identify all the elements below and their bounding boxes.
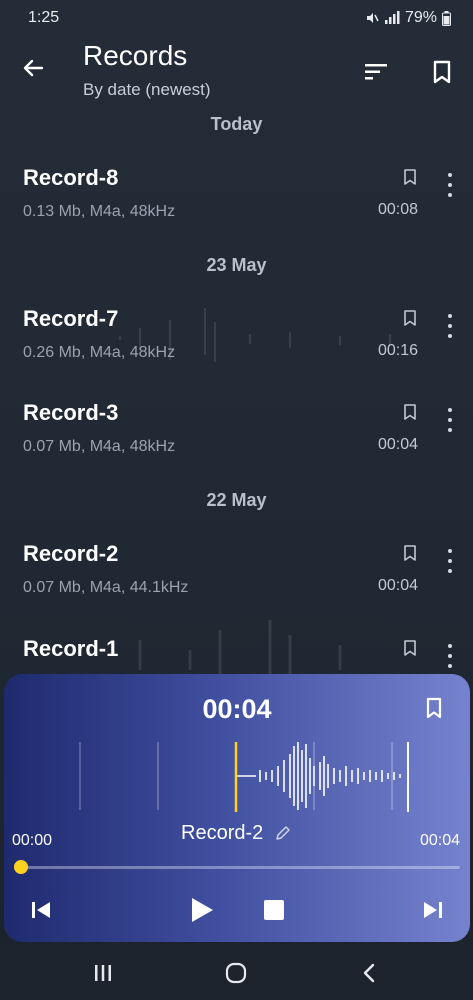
play-icon: [192, 898, 213, 922]
record-name: Record-7: [23, 306, 119, 331]
record-duration: 00:08: [377, 201, 418, 218]
stop-button[interactable]: [259, 895, 289, 925]
record-duration: 00:04: [377, 577, 418, 594]
stop-icon: [264, 900, 284, 920]
nav-recents-button[interactable]: [88, 958, 118, 988]
skip-previous-button[interactable]: [26, 895, 56, 925]
nav-back-icon: [363, 963, 375, 983]
system-nav-bar: [0, 944, 473, 1000]
skip-next-button[interactable]: [418, 895, 448, 925]
date-header-23-may: 23 May: [206, 255, 267, 275]
back-button[interactable]: [18, 53, 48, 83]
player-panel: 00:04 00:00 Record-2 00:04: [4, 674, 470, 942]
bookmark-icon[interactable]: [400, 167, 420, 187]
bookmark-icon[interactable]: [400, 402, 420, 422]
status-bar: 1:25 79%: [0, 0, 473, 38]
battery-percent: 79%: [404, 9, 437, 26]
bookmark-icon: [433, 60, 451, 84]
sort-button[interactable]: [362, 58, 390, 86]
list-item[interactable]: Record-3 0.07 Mb, M4a, 48kHz 00:04: [0, 400, 473, 490]
record-duration: 00:04: [377, 436, 418, 453]
record-info: 0.07 Mb, M4a, 48kHz: [23, 438, 176, 455]
record-info: 0.07 Mb, M4a, 44.1kHz: [23, 579, 189, 596]
status-time: 1:25: [28, 9, 60, 26]
home-icon: [225, 962, 247, 984]
record-info: 0.13 Mb, M4a, 48kHz: [23, 203, 176, 220]
bookmark-icon: [426, 697, 442, 719]
status-icons: 79%: [365, 9, 451, 27]
list-item[interactable]: Record-7 0.26 Mb, M4a, 48kHz 00:16: [0, 306, 473, 396]
record-name: Record-2: [23, 541, 119, 566]
list-item[interactable]: Record-2 0.07 Mb, M4a, 44.1kHz 00:04: [0, 541, 473, 631]
skip-previous-icon: [32, 902, 50, 918]
more-vert-icon[interactable]: [440, 641, 460, 671]
battery-icon: [442, 10, 451, 26]
recents-icon: [95, 965, 111, 981]
record-name: Record-3: [23, 400, 119, 425]
seek-thumb[interactable]: [14, 860, 28, 874]
pencil-icon[interactable]: [274, 824, 292, 842]
mute-icon: [366, 13, 379, 23]
more-vert-icon[interactable]: [440, 170, 460, 200]
date-header-22-may: 22 May: [206, 490, 267, 510]
arrow-left-icon: [23, 59, 44, 77]
record-duration: 00:16: [377, 342, 418, 359]
page-title: Records: [83, 40, 188, 71]
more-vert-icon[interactable]: [440, 311, 460, 341]
skip-next-icon: [424, 902, 442, 918]
more-vert-icon[interactable]: [440, 405, 460, 435]
player-current-time: 00:04: [202, 694, 272, 724]
sort-icon: [365, 64, 387, 80]
player-record-name: Record-2: [181, 822, 264, 844]
player-start-time: 00:00: [12, 832, 53, 849]
bookmarks-button[interactable]: [428, 58, 456, 86]
bookmark-icon[interactable]: [400, 638, 420, 658]
play-button[interactable]: [186, 895, 216, 925]
date-header-today: Today: [210, 114, 263, 134]
seek-bar[interactable]: [20, 866, 460, 869]
bookmark-icon[interactable]: [400, 308, 420, 328]
record-name: Record-1: [23, 636, 119, 661]
waveform[interactable]: [4, 740, 470, 815]
list-item[interactable]: Record-8 0.13 Mb, M4a, 48kHz 00:08: [0, 165, 473, 255]
nav-home-button[interactable]: [221, 958, 251, 988]
player-bookmark-button[interactable]: [422, 696, 446, 720]
more-vert-icon[interactable]: [440, 546, 460, 576]
record-info: 0.26 Mb, M4a, 48kHz: [23, 344, 176, 361]
record-name: Record-8: [23, 165, 119, 190]
nav-back-button[interactable]: [354, 958, 384, 988]
bookmark-icon[interactable]: [400, 543, 420, 563]
signal-icon: [384, 11, 400, 24]
sort-subtitle: By date (newest): [83, 80, 211, 99]
player-end-time: 00:04: [419, 832, 460, 849]
